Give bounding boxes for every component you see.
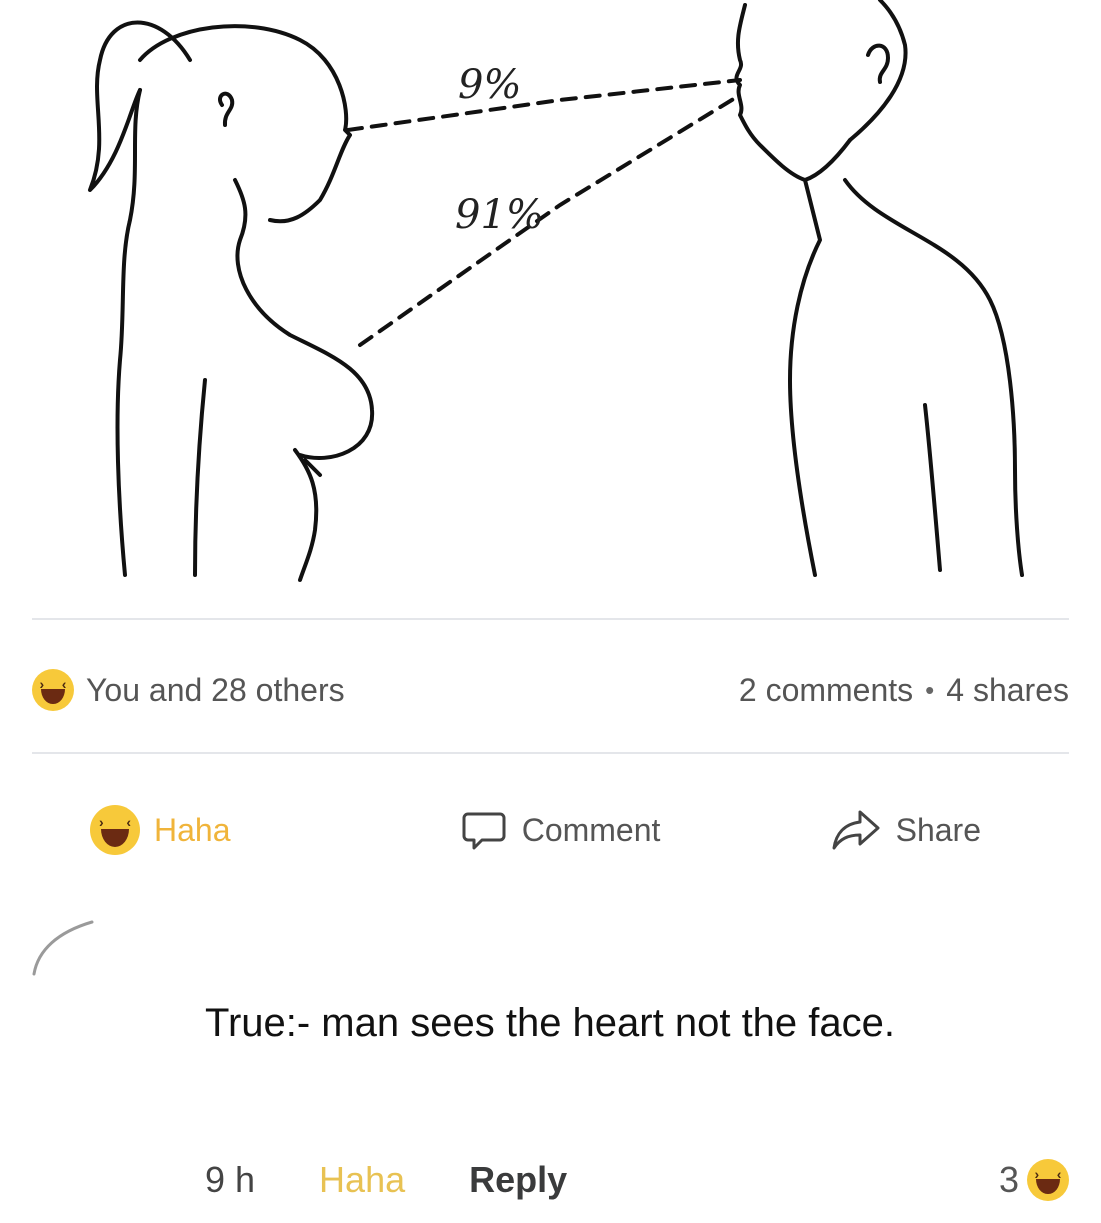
comment-reaction-count-value: 3 (998, 1159, 1019, 1200)
engagement-summary: 2 comments • 4 shares (739, 672, 1069, 709)
separator-dot: • (925, 674, 935, 705)
shares-count-link[interactable]: 4 shares (946, 672, 1069, 709)
reactions-count-text: You and 28 others (86, 671, 345, 708)
comment-body: True:- man sees the heart not the face. (205, 1001, 895, 1045)
haha-emoji-icon: › ‹ (32, 669, 74, 711)
comment-timestamp: 9 h (205, 1159, 256, 1200)
face-percent-label: 9% (458, 62, 521, 108)
comment-haha-button[interactable]: Haha (319, 1159, 405, 1201)
avatar[interactable] (28, 910, 98, 980)
post-stats-row: › ‹ You and 28 others 2 comments • 4 shar… (32, 660, 1069, 720)
comment-thread: True:- man sees the heart not the face. … (0, 880, 1101, 1223)
haha-emoji-icon: › ‹ (90, 805, 140, 855)
comment-button-label: Comment (521, 811, 661, 848)
stats-bottom-divider (32, 752, 1069, 754)
share-button[interactable]: Share (830, 808, 981, 852)
share-arrow-icon (832, 810, 880, 850)
image-bottom-divider (32, 618, 1069, 620)
comments-count-link[interactable]: 2 comments (739, 672, 913, 709)
comment-button[interactable]: Comment (460, 806, 661, 854)
chest-percent-label: 91% (455, 192, 544, 238)
haha-button-label: Haha (154, 811, 231, 848)
comment-meta-row: 9 h Haha Reply 3 › ‹ (205, 1150, 1069, 1210)
haha-emoji-icon: › ‹ (1027, 1159, 1069, 1201)
post-actions-row: › ‹ Haha Comment Share (90, 795, 1041, 865)
reactions-summary[interactable]: › ‹ You and 28 others (32, 669, 345, 711)
comment-reaction-count[interactable]: 3 › ‹ (999, 1159, 1069, 1201)
post-image: 9% 91% (0, 0, 1101, 610)
comment-reply-button[interactable]: Reply (469, 1159, 567, 1201)
haha-reaction-button[interactable]: › ‹ Haha (90, 805, 231, 855)
share-button-label: Share (895, 811, 981, 848)
comment-bubble-icon (462, 812, 506, 850)
woman-man-line-drawing: 9% 91% (88, 0, 1024, 582)
